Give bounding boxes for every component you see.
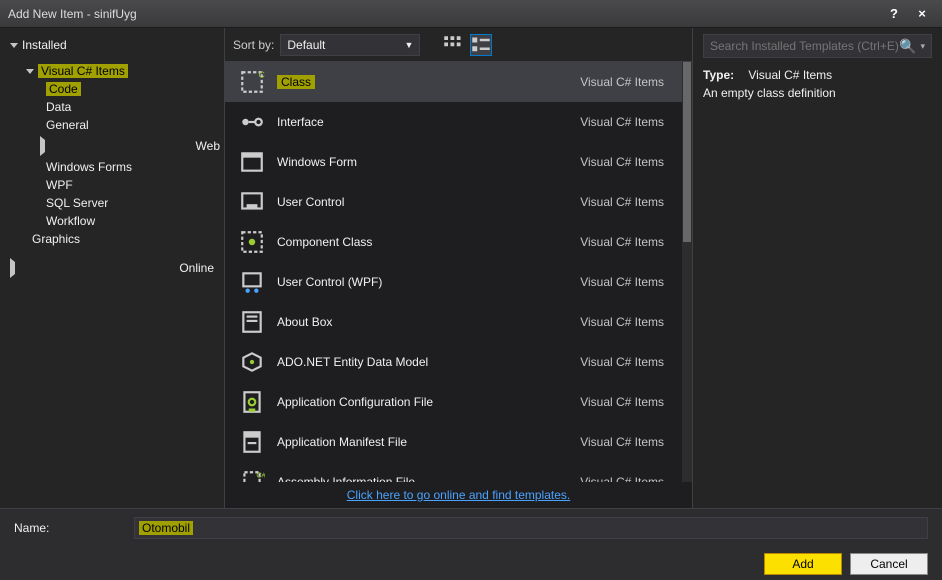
template-category: Visual C# Items xyxy=(580,75,664,89)
template-category: Visual C# Items xyxy=(580,435,664,449)
template-icon xyxy=(239,429,265,455)
template-item[interactable]: User Control Visual C# Items xyxy=(225,182,682,222)
template-item[interactable]: ADO.NET Entity Data Model Visual C# Items xyxy=(225,342,682,382)
template-category: Visual C# Items xyxy=(580,315,664,329)
template-name: Windows Form xyxy=(277,155,568,169)
view-small-icons-button[interactable] xyxy=(442,34,464,56)
type-description: An empty class definition xyxy=(703,86,932,100)
chevron-down-icon xyxy=(10,43,18,48)
name-input[interactable]: Otomobil xyxy=(134,517,928,539)
close-button[interactable]: × xyxy=(908,4,936,24)
window-title: Add New Item - sinifUyg xyxy=(6,7,880,21)
chevron-down-icon xyxy=(26,69,34,74)
tree-node-visual-csharp-items[interactable]: Visual C# Items xyxy=(0,62,224,80)
template-icon xyxy=(239,109,265,135)
title-bar: Add New Item - sinifUyg ? × xyxy=(0,0,942,28)
help-button[interactable]: ? xyxy=(880,4,908,24)
tree-node-general[interactable]: General xyxy=(0,116,224,134)
add-button[interactable]: Add xyxy=(764,553,842,575)
template-name: Application Manifest File xyxy=(277,435,568,449)
search-icon[interactable]: 🔍 xyxy=(899,38,916,55)
template-categories-tree: Installed Visual C# Items Code Data Gene… xyxy=(0,28,225,508)
grid-small-icon xyxy=(443,35,463,55)
template-item[interactable]: Application Configuration File Visual C# … xyxy=(225,382,682,422)
view-medium-icons-button[interactable] xyxy=(470,34,492,56)
template-item[interactable]: C# Class Visual C# Items xyxy=(225,62,682,102)
template-item[interactable]: Application Manifest File Visual C# Items xyxy=(225,422,682,462)
chevron-right-icon xyxy=(10,258,175,278)
template-name: Component Class xyxy=(277,235,568,249)
type-label: Type: xyxy=(703,68,745,82)
template-category: Visual C# Items xyxy=(580,395,664,409)
list-toolbar: Sort by: Default ▼ xyxy=(225,28,692,62)
online-templates-link[interactable]: Click here to go online and find templat… xyxy=(347,488,570,502)
template-name: ADO.NET Entity Data Model xyxy=(277,355,568,369)
template-name: Interface xyxy=(277,115,568,129)
template-icon xyxy=(239,229,265,255)
name-value: Otomobil xyxy=(139,521,193,535)
dialog-footer: Name: Otomobil Add Cancel xyxy=(0,508,942,580)
list-icon xyxy=(471,35,491,55)
template-name: User Control xyxy=(277,195,568,209)
tree-node-code[interactable]: Code xyxy=(0,80,224,98)
tree-node-graphics[interactable]: Graphics xyxy=(0,230,224,248)
template-item[interactable]: Windows Form Visual C# Items xyxy=(225,142,682,182)
template-item[interactable]: C# Assembly Information File Visual C# Ite… xyxy=(225,462,682,482)
template-name: Class xyxy=(277,75,315,89)
template-icon xyxy=(239,349,265,375)
online-templates-link-row: Click here to go online and find templat… xyxy=(225,482,692,508)
svg-text:C#: C# xyxy=(256,471,265,480)
template-icon xyxy=(239,269,265,295)
template-icon xyxy=(239,189,265,215)
svg-text:C#: C# xyxy=(259,70,266,80)
template-icon: C# xyxy=(239,69,265,95)
template-name: Application Configuration File xyxy=(277,395,568,409)
template-icon: C# xyxy=(239,469,265,482)
details-pane: 🔍 ▾ Type: Visual C# Items An empty class… xyxy=(692,28,942,508)
tree-node-installed[interactable]: Installed xyxy=(0,34,224,56)
template-category: Visual C# Items xyxy=(580,155,664,169)
sort-by-label: Sort by: xyxy=(233,38,274,52)
search-box[interactable]: 🔍 ▾ xyxy=(703,34,932,58)
template-name: About Box xyxy=(277,315,568,329)
vertical-scrollbar[interactable] xyxy=(682,62,692,482)
template-icon xyxy=(239,149,265,175)
dropdown-chevron-icon[interactable]: ▾ xyxy=(920,41,925,52)
chevron-right-icon xyxy=(40,136,192,156)
cancel-button[interactable]: Cancel xyxy=(850,553,928,575)
template-item[interactable]: Component Class Visual C# Items xyxy=(225,222,682,262)
name-label: Name: xyxy=(14,521,114,535)
search-input[interactable] xyxy=(710,39,899,53)
template-category: Visual C# Items xyxy=(580,275,664,289)
template-category: Visual C# Items xyxy=(580,355,664,369)
template-name: Assembly Information File xyxy=(277,475,568,482)
tree-node-online[interactable]: Online xyxy=(0,254,224,282)
template-category: Visual C# Items xyxy=(580,475,664,482)
tree-node-sql-server[interactable]: SQL Server xyxy=(0,194,224,212)
chevron-down-icon: ▼ xyxy=(404,40,413,50)
template-icon xyxy=(239,309,265,335)
template-item[interactable]: User Control (WPF) Visual C# Items xyxy=(225,262,682,302)
tree-node-data[interactable]: Data xyxy=(0,98,224,116)
tree-node-web[interactable]: Web xyxy=(0,134,224,158)
template-item[interactable]: Interface Visual C# Items xyxy=(225,102,682,142)
tree-node-workflow[interactable]: Workflow xyxy=(0,212,224,230)
template-category: Visual C# Items xyxy=(580,115,664,129)
tree-node-wpf[interactable]: WPF xyxy=(0,176,224,194)
type-value: Visual C# Items xyxy=(748,68,832,82)
sort-by-dropdown[interactable]: Default ▼ xyxy=(280,34,420,56)
template-icon xyxy=(239,389,265,415)
tree-node-windows-forms[interactable]: Windows Forms xyxy=(0,158,224,176)
template-list: C# Class Visual C# Items Interface Visual C#… xyxy=(225,62,682,482)
template-category: Visual C# Items xyxy=(580,195,664,209)
template-name: User Control (WPF) xyxy=(277,275,568,289)
template-item[interactable]: About Box Visual C# Items xyxy=(225,302,682,342)
template-category: Visual C# Items xyxy=(580,235,664,249)
scrollbar-thumb[interactable] xyxy=(683,62,691,242)
